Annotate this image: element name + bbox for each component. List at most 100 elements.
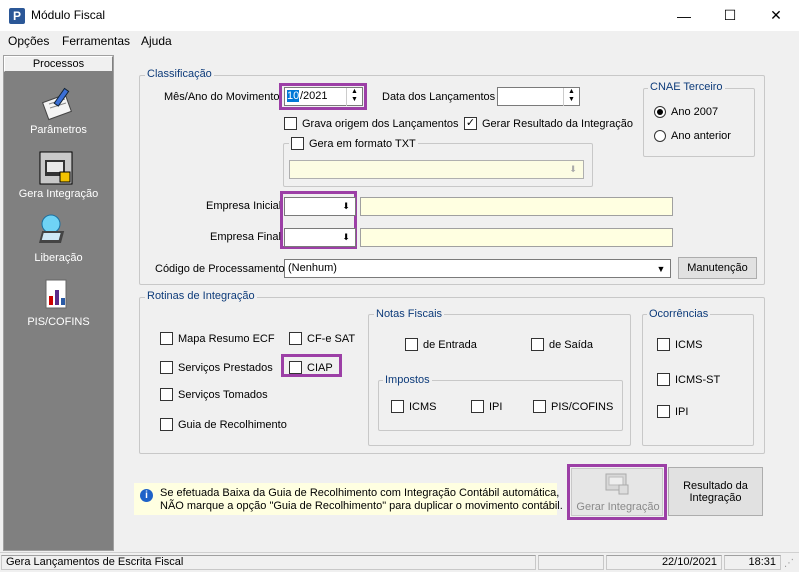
checkbox-box [471, 400, 484, 413]
status-date: 22/10/2021 [606, 555, 722, 570]
radio-selected [654, 106, 666, 118]
grava-origem-checkbox[interactable]: Grava origem dos Lançamentos [284, 117, 459, 130]
resultado-integracao-button[interactable]: Resultado da Integração [668, 467, 763, 516]
mapa-resumo-checkbox[interactable]: Mapa Resumo ECF [160, 332, 275, 345]
cnae-legend: CNAE Terceiro [648, 81, 725, 93]
checkbox-box [657, 338, 670, 351]
nf-saida-checkbox[interactable]: de Saída [531, 338, 593, 351]
menu-opcoes[interactable]: Opções [8, 34, 49, 48]
mes-ano-spinner[interactable]: ▲ ▼ [346, 88, 362, 106]
nf-saida-label: de Saída [549, 338, 594, 351]
info-icon: i [140, 489, 153, 502]
ciap-label: CIAP [307, 361, 333, 374]
mes-ano-selected: 10 [287, 90, 300, 102]
txt-path-input[interactable]: ⬇ [289, 160, 584, 179]
maximize-button[interactable]: ☐ [707, 0, 753, 31]
info-note: i Se efetuada Baixa da Guia de Recolhime… [134, 483, 563, 515]
cnae-ano-2007-radio[interactable]: Ano 2007 [654, 106, 718, 118]
servicos-tomados-label: Serviços Tomados [178, 388, 268, 401]
sidebar-item-label: Parâmetros [30, 124, 87, 136]
oc-ipi-checkbox[interactable]: IPI [657, 405, 688, 418]
sidebar-item-pis-cofins[interactable] [40, 278, 76, 317]
rotinas-legend: Rotinas de Integração [145, 290, 257, 302]
checkbox-box [289, 361, 302, 374]
gerar-resultado-label: Gerar Resultado da Integração [482, 117, 634, 130]
classificacao-legend: Classificação [145, 68, 214, 80]
imp-pis-cofins-label: PIS/COFINS [551, 400, 614, 413]
imp-icms-checkbox[interactable]: ICMS [391, 400, 437, 413]
resultado-label-line1: Resultado da [683, 479, 748, 492]
oc-icms-checkbox[interactable]: ICMS [657, 338, 703, 351]
data-lancamentos-input[interactable]: ▲ ▼ [497, 87, 580, 106]
data-lancamentos-spinner[interactable]: ▲ ▼ [563, 88, 579, 106]
chevron-down-icon[interactable]: ⬇ [338, 230, 354, 245]
cfe-sat-label: CF-e SAT [307, 332, 356, 345]
manutencao-button[interactable]: Manutenção [678, 257, 757, 279]
gera-txt-checkbox[interactable]: Gera em formato TXT [289, 137, 418, 150]
close-button[interactable]: ✕ [753, 0, 799, 31]
data-lancamentos-label: Data dos Lançamentos [382, 91, 496, 103]
servicos-prestados-checkbox[interactable]: Serviços Prestados [160, 361, 273, 374]
menu-ferramentas[interactable]: Ferramentas [62, 34, 130, 48]
servicos-prestados-label: Serviços Prestados [178, 361, 273, 374]
menu-ajuda[interactable]: Ajuda [141, 34, 172, 48]
empresa-inicial-name [360, 197, 673, 216]
info-line-1: Se efetuada Baixa da Guia de Recolhiment… [160, 487, 560, 499]
gera-txt-label: Gera em formato TXT [309, 137, 416, 150]
gerar-integracao-button[interactable]: Gerar Integração [571, 468, 663, 516]
nf-entrada-checkbox[interactable]: de Entrada [405, 338, 477, 351]
integration-icon [605, 473, 629, 495]
chevron-down-icon[interactable]: ⬇ [338, 199, 354, 214]
servicos-tomados-checkbox[interactable]: Serviços Tomados [160, 388, 268, 401]
window-title: Módulo Fiscal [31, 8, 106, 22]
guia-recolhimento-label: Guia de Recolhimento [178, 418, 287, 431]
imp-ipi-checkbox[interactable]: IPI [471, 400, 502, 413]
oc-icms-st-checkbox[interactable]: ICMS-ST [657, 373, 720, 386]
guia-recolhimento-checkbox[interactable]: Guia de Recolhimento [160, 418, 287, 431]
status-time: 18:31 [724, 555, 781, 570]
checkbox-box [533, 400, 546, 413]
parameters-icon [42, 87, 72, 121]
grava-origem-label: Grava origem dos Lançamentos [302, 117, 459, 130]
cnae-ano-anterior-radio[interactable]: Ano anterior [654, 130, 731, 142]
resize-grip-icon[interactable]: ⋰ [784, 558, 796, 570]
oc-ipi-label: IPI [675, 405, 689, 418]
gerar-integracao-label: Gerar Integração [576, 501, 660, 513]
codigo-processamento-select[interactable]: (Nenhum) ▼ [284, 259, 671, 278]
folder-browse-icon[interactable]: ⬇ [565, 162, 581, 177]
imp-ipi-label: IPI [489, 400, 503, 413]
resultado-label-line2: Integração [689, 491, 742, 504]
empresa-final-name [360, 228, 673, 247]
radio-unselected [654, 130, 666, 142]
ciap-checkbox[interactable]: CIAP [289, 361, 333, 374]
checkbox-box [291, 137, 304, 150]
pis-cofins-icon [45, 279, 67, 309]
sidebar-item-label: Liberação [34, 252, 83, 264]
gerar-resultado-checkbox[interactable]: ✓ Gerar Resultado da Integração [464, 117, 633, 130]
cnae-ano-anterior-label: Ano anterior [671, 130, 731, 142]
cnae-group [643, 88, 755, 157]
checkbox-box [531, 338, 544, 351]
cfe-sat-checkbox[interactable]: CF-e SAT [289, 332, 355, 345]
mapa-resumo-label: Mapa Resumo ECF [178, 332, 275, 345]
sidebar-item-liberacao[interactable] [37, 213, 73, 252]
chevron-down-icon[interactable]: ▼ [653, 261, 669, 276]
sidebar-tab-processos[interactable]: Processos [4, 56, 113, 72]
minimize-button[interactable]: — [661, 0, 707, 31]
empresa-inicial-select[interactable]: ⬇ [284, 197, 356, 216]
checkbox-box [657, 373, 670, 386]
oc-icms-label: ICMS [675, 338, 703, 351]
status-text: Gera Lançamentos de Escrita Fiscal [1, 555, 536, 570]
mes-ano-input[interactable]: 10 /2021 ▲ ▼ [284, 87, 363, 106]
checkbox-box [160, 418, 173, 431]
sidebar-item-gera-integracao[interactable] [38, 150, 74, 189]
imp-pis-cofins-checkbox[interactable]: PIS/COFINS [533, 400, 613, 413]
sidebar-item-parametros[interactable] [39, 86, 75, 125]
imp-icms-label: ICMS [409, 400, 437, 413]
checkbox-box [405, 338, 418, 351]
empresa-inicial-label: Empresa Inicial [206, 200, 282, 212]
empresa-final-select[interactable]: ⬇ [284, 228, 356, 247]
codigo-processamento-value: (Nenhum) [288, 262, 337, 274]
oc-icms-st-label: ICMS-ST [675, 373, 721, 386]
checkbox-checked: ✓ [464, 117, 477, 130]
